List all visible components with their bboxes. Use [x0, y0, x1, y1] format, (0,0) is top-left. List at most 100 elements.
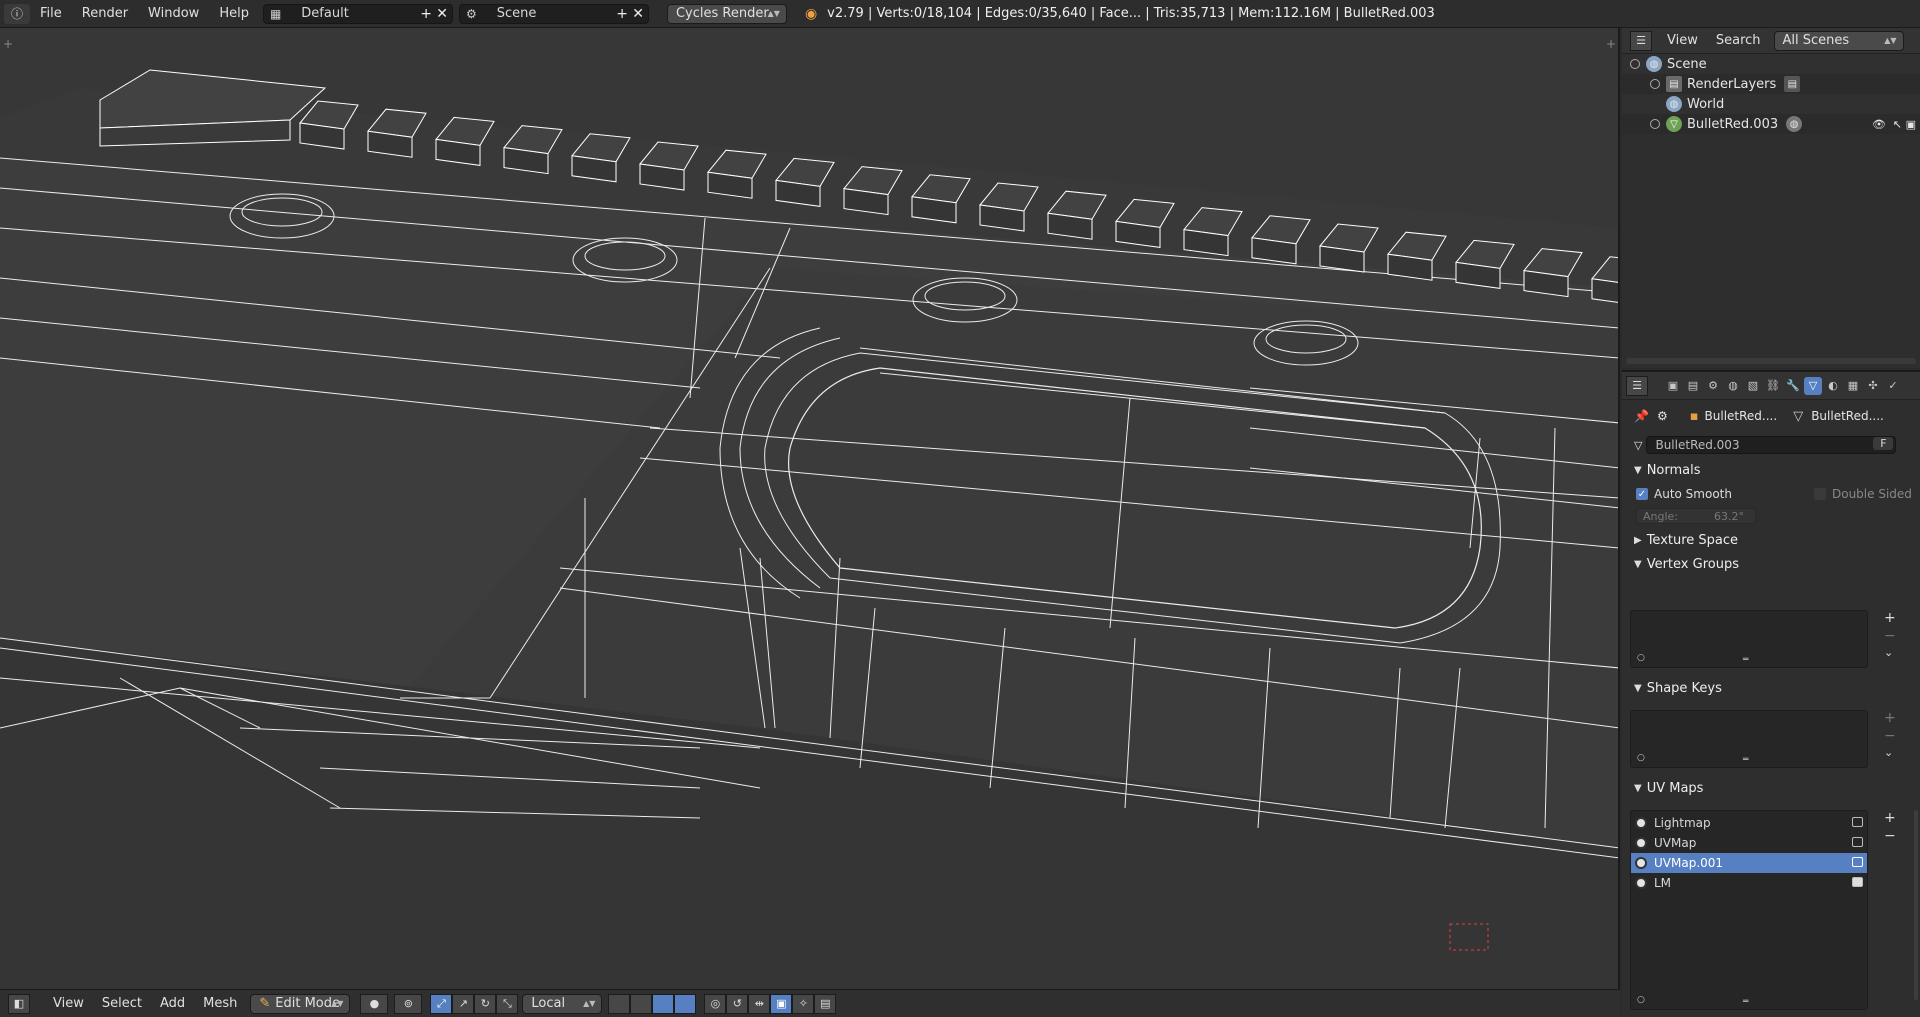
mirror-icon[interactable]: ⇹	[748, 993, 771, 1014]
double-sided-checkbox[interactable]	[1813, 488, 1826, 500]
fake-user-button[interactable]: F	[1873, 437, 1894, 450]
mesh-name-field[interactable]: BulletRed.003 F	[1646, 436, 1897, 454]
uv-map-item-lm[interactable]: LM	[1631, 873, 1867, 893]
vertex-group-remove-icon[interactable]: −	[1884, 628, 1896, 644]
transform-orientation-dropdown[interactable]: Local ▲▼	[522, 993, 603, 1014]
modifiers-tab-icon[interactable]: 🔧	[1784, 377, 1802, 395]
outliner-menu-search[interactable]: Search	[1707, 33, 1770, 48]
vertex-groups-list[interactable]: ○ ═	[1630, 610, 1868, 668]
viewport-shading-icon[interactable]: ●	[360, 993, 389, 1014]
menu-render[interactable]: Render	[72, 0, 138, 28]
outliner-menu-view[interactable]: View	[1658, 33, 1707, 48]
screen-layout-selector[interactable]: ▦ Default + ✕	[262, 3, 453, 24]
uv-maps-list[interactable]: Lightmap UVMap UVMap.001 LM ○ ═	[1630, 810, 1868, 1010]
visibility-eye-icon[interactable]: 👁	[1872, 118, 1886, 131]
uv-map-item-lightmap[interactable]: Lightmap	[1631, 813, 1867, 833]
info-editor-type-icon[interactable]: ⓘ	[4, 3, 30, 24]
active-render-icon[interactable]	[1852, 877, 1863, 887]
list-resize-handle[interactable]: ═	[1743, 655, 1748, 665]
expand-icon[interactable]	[1630, 59, 1640, 69]
limit-selection-icon[interactable]: ▣	[770, 993, 793, 1014]
properties-scrollbar[interactable]	[1914, 810, 1918, 1000]
scene-selector[interactable]: ⚙ Scene + ✕	[458, 3, 649, 24]
texture-tab-icon[interactable]: ▦	[1844, 377, 1862, 395]
opengl-render-animation-icon[interactable]: ▤	[814, 993, 837, 1014]
outliner-display-mode-dropdown[interactable]: All Scenes ▲▼	[1773, 30, 1904, 51]
layer-button-4[interactable]	[674, 993, 697, 1014]
active-render-icon[interactable]	[1852, 817, 1863, 827]
uv-map-add-icon[interactable]: +	[1884, 810, 1896, 826]
active-render-icon[interactable]	[1852, 857, 1863, 867]
physics-tab-icon[interactable]: ✓	[1884, 377, 1902, 395]
shape-key-remove-icon[interactable]: −	[1884, 728, 1896, 744]
mesh-browse-icon[interactable]: ▽	[1634, 439, 1642, 452]
3d-viewport[interactable]: + +	[0, 28, 1620, 989]
layer-button-2[interactable]	[630, 993, 653, 1014]
object-tab-icon[interactable]: ▧	[1744, 377, 1762, 395]
menu-select[interactable]: Select	[93, 996, 151, 1011]
delete-screen-icon[interactable]: ✕	[436, 5, 448, 23]
list-resize-handle[interactable]: ═	[1743, 755, 1748, 765]
menu-window[interactable]: Window	[138, 0, 209, 28]
render-layers-tab-icon[interactable]: ▤	[1684, 377, 1702, 395]
panel-uv-maps-header[interactable]: ▼ UV Maps	[1622, 776, 1703, 800]
uv-map-item-uvmap[interactable]: UVMap	[1631, 833, 1867, 853]
selectability-cursor-icon[interactable]: ↖	[1893, 118, 1902, 131]
mode-dropdown[interactable]: ✎ Edit Mode ▲▼	[250, 993, 351, 1014]
list-filter-icon[interactable]: ○	[1637, 653, 1645, 663]
properties-editor-type-icon[interactable]: ☰	[1626, 375, 1648, 396]
scale-manipulator-icon[interactable]: ⤡	[496, 993, 519, 1014]
menu-mesh[interactable]: Mesh	[194, 996, 246, 1011]
shape-key-specials-icon[interactable]: ⌄	[1884, 746, 1893, 759]
vertex-group-add-icon[interactable]: +	[1884, 610, 1896, 626]
scene-tab-icon[interactable]: ⚙	[1704, 377, 1722, 395]
outliner-item-world[interactable]: ◍ World	[1622, 94, 1920, 114]
panel-shape-keys-header[interactable]: ▼ Shape Keys	[1622, 676, 1722, 700]
data-tab-icon[interactable]: ▽	[1804, 376, 1822, 395]
expand-icon[interactable]	[1650, 119, 1660, 129]
menu-view[interactable]: View	[44, 996, 93, 1011]
particles-tab-icon[interactable]: ✣	[1864, 377, 1882, 395]
outliner-editor-type-icon[interactable]: ☰	[1630, 30, 1652, 51]
render-engine-dropdown[interactable]: Cycles Render ▲▼	[666, 3, 787, 24]
proportional-edit-icon[interactable]: ◎	[704, 993, 727, 1014]
add-screen-icon[interactable]: +	[420, 5, 432, 23]
rotate-manipulator-icon[interactable]: ↻	[474, 993, 497, 1014]
editor-type-icon[interactable]: ◧	[8, 993, 30, 1014]
material-tab-icon[interactable]: ◐	[1824, 377, 1842, 395]
shape-keys-list[interactable]: ○ ═	[1630, 710, 1868, 768]
expand-icon[interactable]	[1650, 79, 1660, 89]
active-render-icon[interactable]	[1852, 837, 1863, 847]
panel-vertex-groups-header[interactable]: ▼ Vertex Groups	[1622, 552, 1920, 576]
constraints-tab-icon[interactable]: ⛓	[1764, 377, 1782, 395]
pin-icon[interactable]: 📌	[1634, 409, 1649, 423]
renderability-camera-icon[interactable]: ▣	[1906, 118, 1916, 131]
translate-manipulator-icon[interactable]: ↗	[452, 993, 475, 1014]
layer-button-1[interactable]	[608, 993, 631, 1014]
auto-smooth-checkbox[interactable]: ✓	[1636, 488, 1648, 500]
pivot-point-icon[interactable]: ⊚	[394, 993, 423, 1014]
world-tab-icon[interactable]: ◍	[1724, 377, 1742, 395]
outliner-item-scene[interactable]: ◍ Scene	[1622, 54, 1920, 74]
panel-texture-space-header[interactable]: ▶ Texture Space	[1622, 528, 1920, 552]
list-resize-handle[interactable]: ═	[1743, 997, 1748, 1007]
opengl-render-icon[interactable]: ✧	[792, 993, 815, 1014]
add-scene-icon[interactable]: +	[616, 5, 628, 23]
list-filter-icon[interactable]: ○	[1637, 753, 1645, 763]
outliner-scrollbar[interactable]	[1626, 358, 1916, 364]
uv-map-item-uvmap-001[interactable]: UVMap.001	[1631, 853, 1867, 873]
layer-button-3[interactable]	[652, 993, 675, 1014]
list-filter-icon[interactable]: ○	[1637, 995, 1645, 1005]
auto-smooth-angle-field[interactable]: Angle: 63.2°	[1636, 508, 1756, 524]
render-tab-icon[interactable]: ▣	[1664, 377, 1682, 395]
outliner-item-renderlayers[interactable]: ▤ RenderLayers ▤	[1622, 74, 1920, 94]
menu-help[interactable]: Help	[209, 0, 259, 28]
shape-key-add-icon[interactable]: +	[1884, 710, 1896, 726]
panel-normals-header[interactable]: ▼ Normals	[1622, 458, 1920, 482]
vertex-group-specials-icon[interactable]: ⌄	[1884, 646, 1893, 659]
manipulator-toggle-icon[interactable]: ⤢	[430, 993, 453, 1014]
menu-add[interactable]: Add	[151, 996, 194, 1011]
menu-file[interactable]: File	[30, 0, 72, 28]
snap-icon[interactable]: ↺	[726, 993, 749, 1014]
uv-map-remove-icon[interactable]: −	[1884, 828, 1896, 844]
